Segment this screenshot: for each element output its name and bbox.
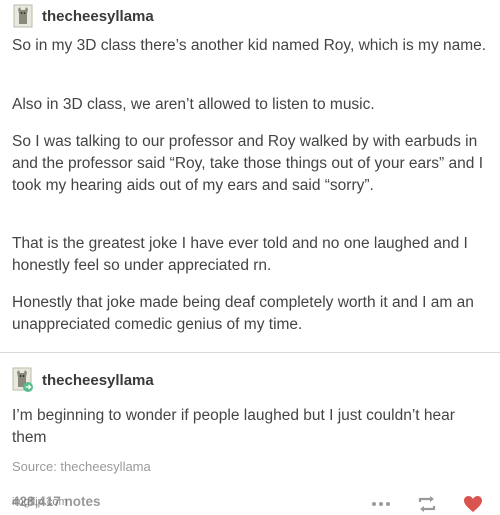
heart-icon [464,496,482,512]
reblog-button[interactable] [412,494,442,514]
llama-avatar-icon [12,367,33,392]
post-header: thecheesyllama [12,3,154,29]
divider [0,352,500,353]
more-icon [372,502,390,506]
post-paragraph-2: Also in 3D class, we aren’t allowed to l… [12,96,375,113]
post-paragraph-5: Honestly that joke made being deaf compl… [12,294,474,333]
llama-avatar-icon [13,4,33,28]
watermark: imgflip.com [12,496,68,508]
like-button[interactable] [458,494,488,514]
post-author[interactable]: thecheesyllama [42,8,154,25]
reply-author[interactable]: thecheesyllama [42,372,154,389]
post-actions [350,494,488,514]
reply-text: I’m beginning to wonder if people laughe… [12,407,455,446]
reblog-icon [418,496,436,512]
avatar[interactable] [12,3,34,29]
post-paragraph-4: That is the greatest joke I have ever to… [12,235,468,274]
reply-avatar[interactable] [12,367,34,393]
more-button[interactable] [366,494,396,514]
post-paragraph-3: So I was talking to our professor and Ro… [12,133,484,194]
reply-header: thecheesyllama [12,367,154,393]
post-paragraph-1: So in my 3D class there’s another kid na… [12,37,487,54]
source-link[interactable]: Source: thecheesyllama [12,459,151,474]
tumblr-post: thecheesyllama So in my 3D class there’s… [0,0,500,515]
post-footer: 428,417 notes imgflip.com [12,494,488,514]
